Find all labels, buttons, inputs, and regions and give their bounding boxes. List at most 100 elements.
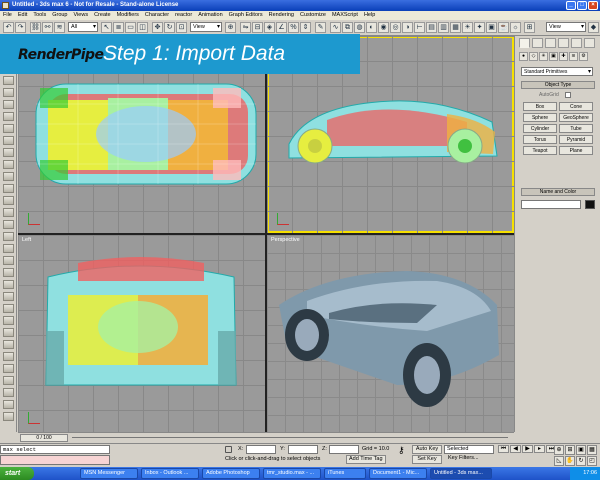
zoom-all-icon[interactable]: ⊞ (565, 445, 575, 455)
set-key-button[interactable]: Set Key (412, 455, 442, 464)
render-scene-icon[interactable]: ◐ (366, 22, 377, 33)
object-name-input[interactable] (521, 200, 581, 209)
menu-create[interactable]: Create (94, 11, 111, 20)
effects-icon[interactable]: ✦ (474, 22, 485, 33)
selection-filter-select[interactable]: All (68, 22, 98, 32)
key-filters-button[interactable]: Key Filters... (448, 455, 479, 461)
redo-icon[interactable]: ↷ (15, 22, 26, 33)
name-and-color-rollout[interactable]: Name and Color (521, 188, 595, 196)
render-type-select[interactable]: View (546, 22, 586, 32)
select-region-icon[interactable]: ▭ (125, 22, 136, 33)
cone-icon[interactable] (3, 244, 14, 253)
object-color-swatch[interactable] (585, 200, 595, 209)
close-button[interactable]: × (588, 1, 598, 10)
autogrid-checkbox[interactable] (565, 92, 571, 98)
category-select[interactable]: Standard Primitives (521, 67, 593, 76)
select-object-icon[interactable]: ↖ (101, 22, 112, 33)
menu-tools[interactable]: Tools (33, 11, 46, 20)
render-icon[interactable]: ◆ (588, 22, 599, 33)
teapot-icon[interactable]: ☕ (498, 22, 509, 33)
menu-graph-editors[interactable]: Graph Editors (229, 11, 263, 20)
unlink-icon[interactable]: ⚯ (42, 22, 53, 33)
helper-icon[interactable] (3, 88, 14, 97)
undo-icon[interactable]: ↶ (3, 22, 14, 33)
tape-icon[interactable]: ⊢ (414, 22, 425, 33)
tube-button[interactable]: Tube (559, 124, 593, 133)
spacewarps-icon[interactable]: ≋ (569, 52, 578, 61)
modify-tab[interactable] (532, 38, 543, 48)
bones-icon[interactable] (3, 412, 14, 421)
material-editor-icon[interactable]: ◍ (354, 22, 365, 33)
x-coord-field[interactable] (246, 445, 276, 454)
select-move-icon[interactable]: ✥ (152, 22, 163, 33)
render-type-icon[interactable]: ⊞ (524, 22, 535, 33)
render-last-icon[interactable]: ◎ (390, 22, 401, 33)
go-to-start-icon[interactable]: ⏮ (498, 445, 509, 453)
menu-views[interactable]: Views (74, 11, 89, 20)
select-rotate-icon[interactable]: ↻ (164, 22, 175, 33)
edit-named-selection-icon[interactable]: ✎ (315, 22, 326, 33)
target-light-icon[interactable] (3, 352, 14, 361)
camera-icon[interactable] (3, 76, 14, 85)
plane-button[interactable]: Plane (559, 146, 593, 155)
time-slider-track[interactable] (72, 437, 508, 438)
snap-icon[interactable]: ◈ (264, 22, 275, 33)
previous-frame-icon[interactable]: ◀ (510, 445, 521, 453)
viewport-left[interactable]: Left (18, 235, 265, 432)
pyramid-icon[interactable] (3, 280, 14, 289)
system-clock[interactable]: 17:06 (570, 467, 600, 480)
utilities-tab[interactable] (584, 38, 595, 48)
link-icon[interactable]: ⛓ (30, 22, 41, 33)
target-camera-icon[interactable] (3, 376, 14, 385)
shapes-icon[interactable]: ◇ (529, 52, 538, 61)
curve-editor-icon[interactable]: ∿ (330, 22, 341, 33)
geosphere-button[interactable]: GeoSphere (559, 113, 593, 122)
particle-icon[interactable] (3, 124, 14, 133)
sun-icon[interactable]: ☼ (510, 22, 521, 33)
tape-helper-icon[interactable] (3, 400, 14, 409)
task-document1[interactable]: Document1 - Mic... (369, 468, 427, 479)
geometry-icon[interactable]: ● (519, 52, 528, 61)
zoom-extents-all-icon[interactable]: ▦ (587, 445, 597, 455)
pivot-icon[interactable]: ⊕ (225, 22, 236, 33)
zoom-extents-icon[interactable]: ▣ (576, 445, 586, 455)
align-icon[interactable]: ⊟ (252, 22, 263, 33)
menu-help[interactable]: Help (364, 11, 375, 20)
teapot-tab-icon[interactable] (3, 232, 14, 241)
task-itunes[interactable]: iTunes (324, 468, 366, 479)
system-icon[interactable] (3, 112, 14, 121)
viewport-perspective[interactable]: Perspective (267, 235, 514, 432)
task-3ds-max[interactable]: Untitled - 3ds max... (430, 468, 492, 479)
menu-modifiers[interactable]: Modifiers (117, 11, 139, 20)
lock-selection-icon[interactable] (225, 446, 232, 453)
maximize-viewport-icon[interactable]: ◰ (587, 456, 597, 466)
torus-icon[interactable] (3, 220, 14, 229)
teapot-button[interactable]: Teapot (523, 146, 557, 155)
maxscript-output[interactable] (0, 455, 110, 465)
compound-icon[interactable] (3, 136, 14, 145)
environment-icon[interactable]: ☀ (462, 22, 473, 33)
omni-light-icon[interactable] (3, 364, 14, 373)
space-warp-icon[interactable] (3, 100, 14, 109)
window-crossing-icon[interactable]: ◫ (137, 22, 148, 33)
play-icon[interactable]: ▶ (522, 445, 533, 453)
menu-animation[interactable]: Animation (198, 11, 222, 20)
y-coord-field[interactable] (288, 445, 318, 454)
nurbs-icon[interactable] (3, 160, 14, 169)
quick-render-icon[interactable]: ◉ (378, 22, 389, 33)
select-scale-icon[interactable]: ⊡ (176, 22, 187, 33)
circle-icon[interactable] (3, 316, 14, 325)
time-slider[interactable]: 0 / 100 (18, 432, 514, 443)
zoom-icon[interactable]: ⊕ (554, 445, 564, 455)
create-tab[interactable] (519, 38, 530, 48)
box-button[interactable]: Box (523, 102, 557, 111)
menu-edit[interactable]: Edit (18, 11, 27, 20)
hierarchy-tab[interactable] (545, 38, 556, 48)
add-time-tag-button[interactable]: Add Time Tag (346, 455, 386, 464)
line-icon[interactable] (3, 304, 14, 313)
dummy-icon[interactable] (3, 388, 14, 397)
cylinder-icon[interactable] (3, 208, 14, 217)
menu-rendering[interactable]: Rendering (269, 11, 294, 20)
helpers-icon[interactable]: ✚ (559, 52, 568, 61)
patch-icon[interactable] (3, 148, 14, 157)
